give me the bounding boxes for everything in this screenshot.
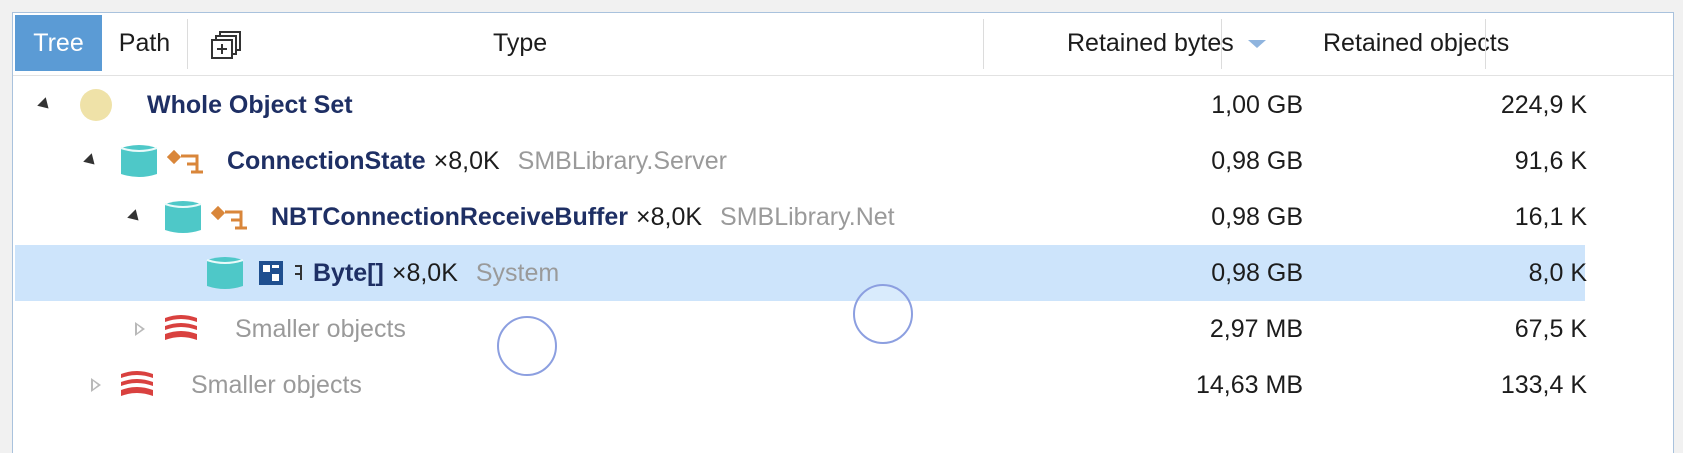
retained-bytes-value: 0,98 GB — [1211, 202, 1303, 231]
expand-all-icon[interactable] — [211, 31, 243, 59]
namespace-label: SMBLibrary.Server — [517, 146, 727, 175]
class-icon — [211, 189, 251, 245]
collapse-toggle[interactable] — [37, 77, 53, 133]
row-name: Smaller objects — [191, 370, 362, 399]
row-name: Smaller objects — [235, 314, 406, 343]
retained-bytes-value: 0,98 GB — [1211, 258, 1303, 287]
instance-set-icon — [119, 133, 159, 189]
smaller-objects-icon — [117, 357, 157, 413]
instance-set-icon — [205, 245, 245, 301]
tree-row[interactable]: Whole Object Set 1,00 GB 224,9 K — [15, 77, 1587, 133]
expanded-arrow-icon — [127, 209, 143, 225]
expanded-arrow-icon — [37, 97, 53, 113]
instance-count: ×8,0K — [391, 258, 458, 287]
retained-bytes-value: 2,97 MB — [1209, 314, 1303, 343]
retained-objects-value: 8,0 K — [1528, 258, 1587, 287]
smaller-objects-icon — [161, 301, 201, 357]
expand-toggle[interactable] — [135, 301, 145, 357]
header-divider — [1221, 19, 1222, 69]
tree-row[interactable]: ConnectionState ×8,0K SMBLibrary.Server … — [15, 133, 1587, 189]
row-name: Whole Object Set — [147, 90, 353, 119]
retained-objects-value: 16,1 K — [1514, 202, 1587, 231]
namespace-label: SMBLibrary.Net — [720, 202, 895, 231]
namespace-label: System — [475, 258, 560, 287]
collapse-toggle[interactable] — [83, 133, 99, 189]
tree-header: Tree Path Type Retained bytes Retained o… — [13, 13, 1673, 76]
retained-bytes-value: 1,00 GB — [1211, 90, 1303, 119]
tree-row-selected[interactable]: Byte[] ×8,0K System 0,98 GB 8,0 K — [15, 245, 1587, 301]
value-type-icon — [291, 245, 307, 301]
collapsed-arrow-icon — [135, 322, 145, 336]
retained-objects-value: 133,4 K — [1500, 370, 1587, 399]
header-divider — [1485, 19, 1486, 69]
tree-row[interactable]: Smaller objects 2,97 MB 67,5 K — [15, 301, 1587, 357]
tree-row[interactable]: Smaller objects 14,63 MB 133,4 K — [15, 357, 1587, 413]
tab-path[interactable]: Path — [102, 15, 187, 71]
expand-toggle[interactable] — [91, 357, 101, 413]
column-retained-bytes-label: Retained bytes — [1067, 28, 1234, 57]
object-set-tree-panel: Tree Path Type Retained bytes Retained o… — [12, 12, 1674, 453]
expanded-arrow-icon — [83, 153, 99, 169]
tab-tree[interactable]: Tree — [15, 15, 102, 71]
header-divider — [187, 19, 188, 69]
row-name: ConnectionState — [227, 146, 426, 175]
column-type-header[interactable]: Type — [493, 15, 547, 71]
click-indicator — [497, 316, 557, 376]
instance-set-icon — [163, 189, 203, 245]
sort-descending-icon — [1247, 40, 1266, 48]
class-icon — [167, 133, 207, 189]
instance-count: ×8,0K — [433, 146, 500, 175]
row-name: Byte[] — [313, 258, 384, 287]
retained-bytes-value: 14,63 MB — [1195, 370, 1303, 399]
retained-objects-value: 224,9 K — [1500, 90, 1587, 119]
whole-object-set-icon — [79, 77, 113, 133]
row-name: NBTConnectionReceiveBuffer — [271, 202, 628, 231]
click-indicator — [853, 284, 913, 344]
header-divider — [983, 19, 984, 69]
retained-bytes-value: 0,98 GB — [1211, 146, 1303, 175]
column-retained-objects-header[interactable]: Retained objects — [1323, 15, 1583, 71]
instance-count: ×8,0K — [636, 202, 703, 231]
retained-objects-value: 91,6 K — [1514, 146, 1587, 175]
array-icon — [257, 245, 287, 301]
collapse-toggle[interactable] — [127, 189, 143, 245]
collapsed-arrow-icon — [91, 378, 101, 392]
tree-row[interactable]: NBTConnectionReceiveBuffer ×8,0K SMBLibr… — [15, 189, 1587, 245]
column-retained-bytes-header[interactable]: Retained bytes — [1067, 15, 1317, 71]
retained-objects-value: 67,5 K — [1514, 314, 1587, 343]
